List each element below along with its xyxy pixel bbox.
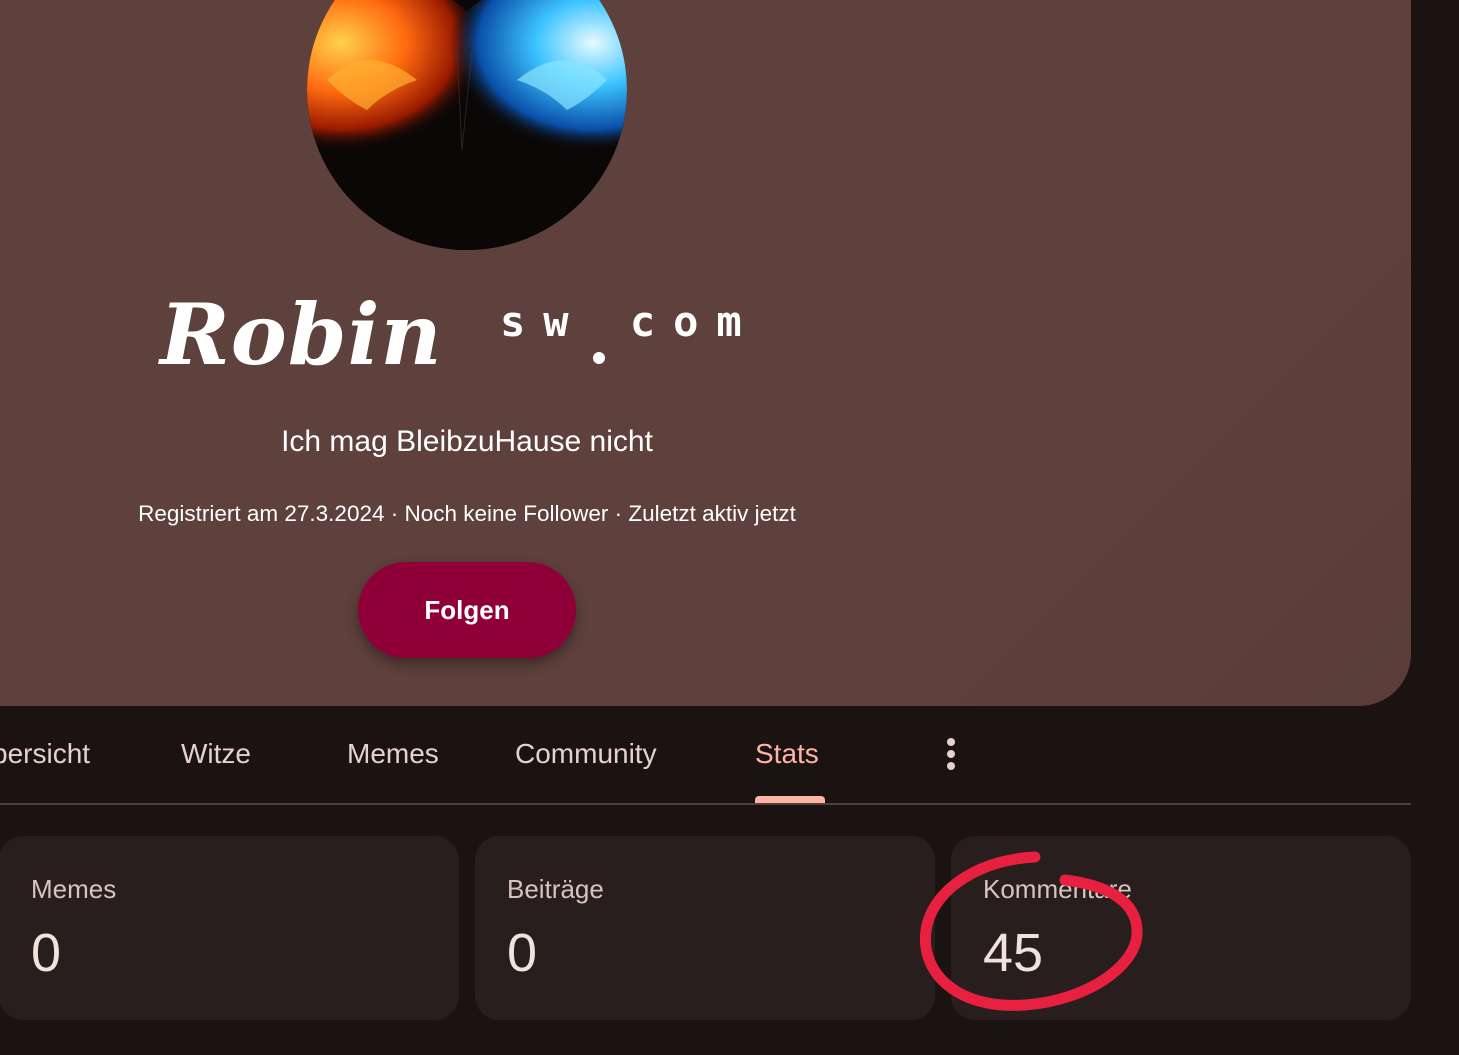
display-name-suffix: sw com bbox=[500, 297, 760, 346]
stat-value: 0 bbox=[31, 923, 62, 983]
stat-value: 45 bbox=[983, 923, 1044, 983]
follow-button[interactable]: Folgen bbox=[358, 562, 576, 658]
stat-card-beitraege: Beiträge 0 bbox=[475, 836, 935, 1020]
tab-witze[interactable]: Witze bbox=[181, 736, 251, 772]
more-dot bbox=[947, 762, 955, 770]
stat-card-memes: Memes 0 bbox=[0, 836, 459, 1020]
stat-label: Beiträge bbox=[507, 874, 604, 904]
tab-community[interactable]: Community bbox=[515, 736, 657, 772]
display-name-logo: Robin sw com bbox=[160, 285, 800, 385]
display-name-script: Robin bbox=[160, 285, 443, 384]
stat-label: Memes bbox=[31, 874, 117, 904]
more-vertical-icon[interactable] bbox=[935, 736, 967, 772]
tab-overview[interactable]: bersicht bbox=[0, 736, 90, 772]
stat-card-kommentare: Kommentare 45 bbox=[951, 836, 1411, 1020]
active-tab-indicator bbox=[755, 796, 825, 803]
profile-meta: Registriert am 27.3.2024 · Noch keine Fo… bbox=[138, 501, 796, 526]
more-dot bbox=[947, 750, 955, 758]
stat-value: 0 bbox=[507, 923, 538, 983]
stat-label: Kommentare bbox=[983, 874, 1132, 904]
tab-stats[interactable]: Stats bbox=[755, 736, 819, 772]
tab-memes[interactable]: Memes bbox=[347, 736, 439, 772]
more-dot bbox=[947, 738, 955, 746]
profile-bio: Ich mag BleibzuHause nicht bbox=[281, 425, 653, 458]
display-name-dot bbox=[593, 352, 605, 364]
profile-tab-bar: bersicht Witze Memes Community Stats bbox=[0, 706, 1411, 805]
